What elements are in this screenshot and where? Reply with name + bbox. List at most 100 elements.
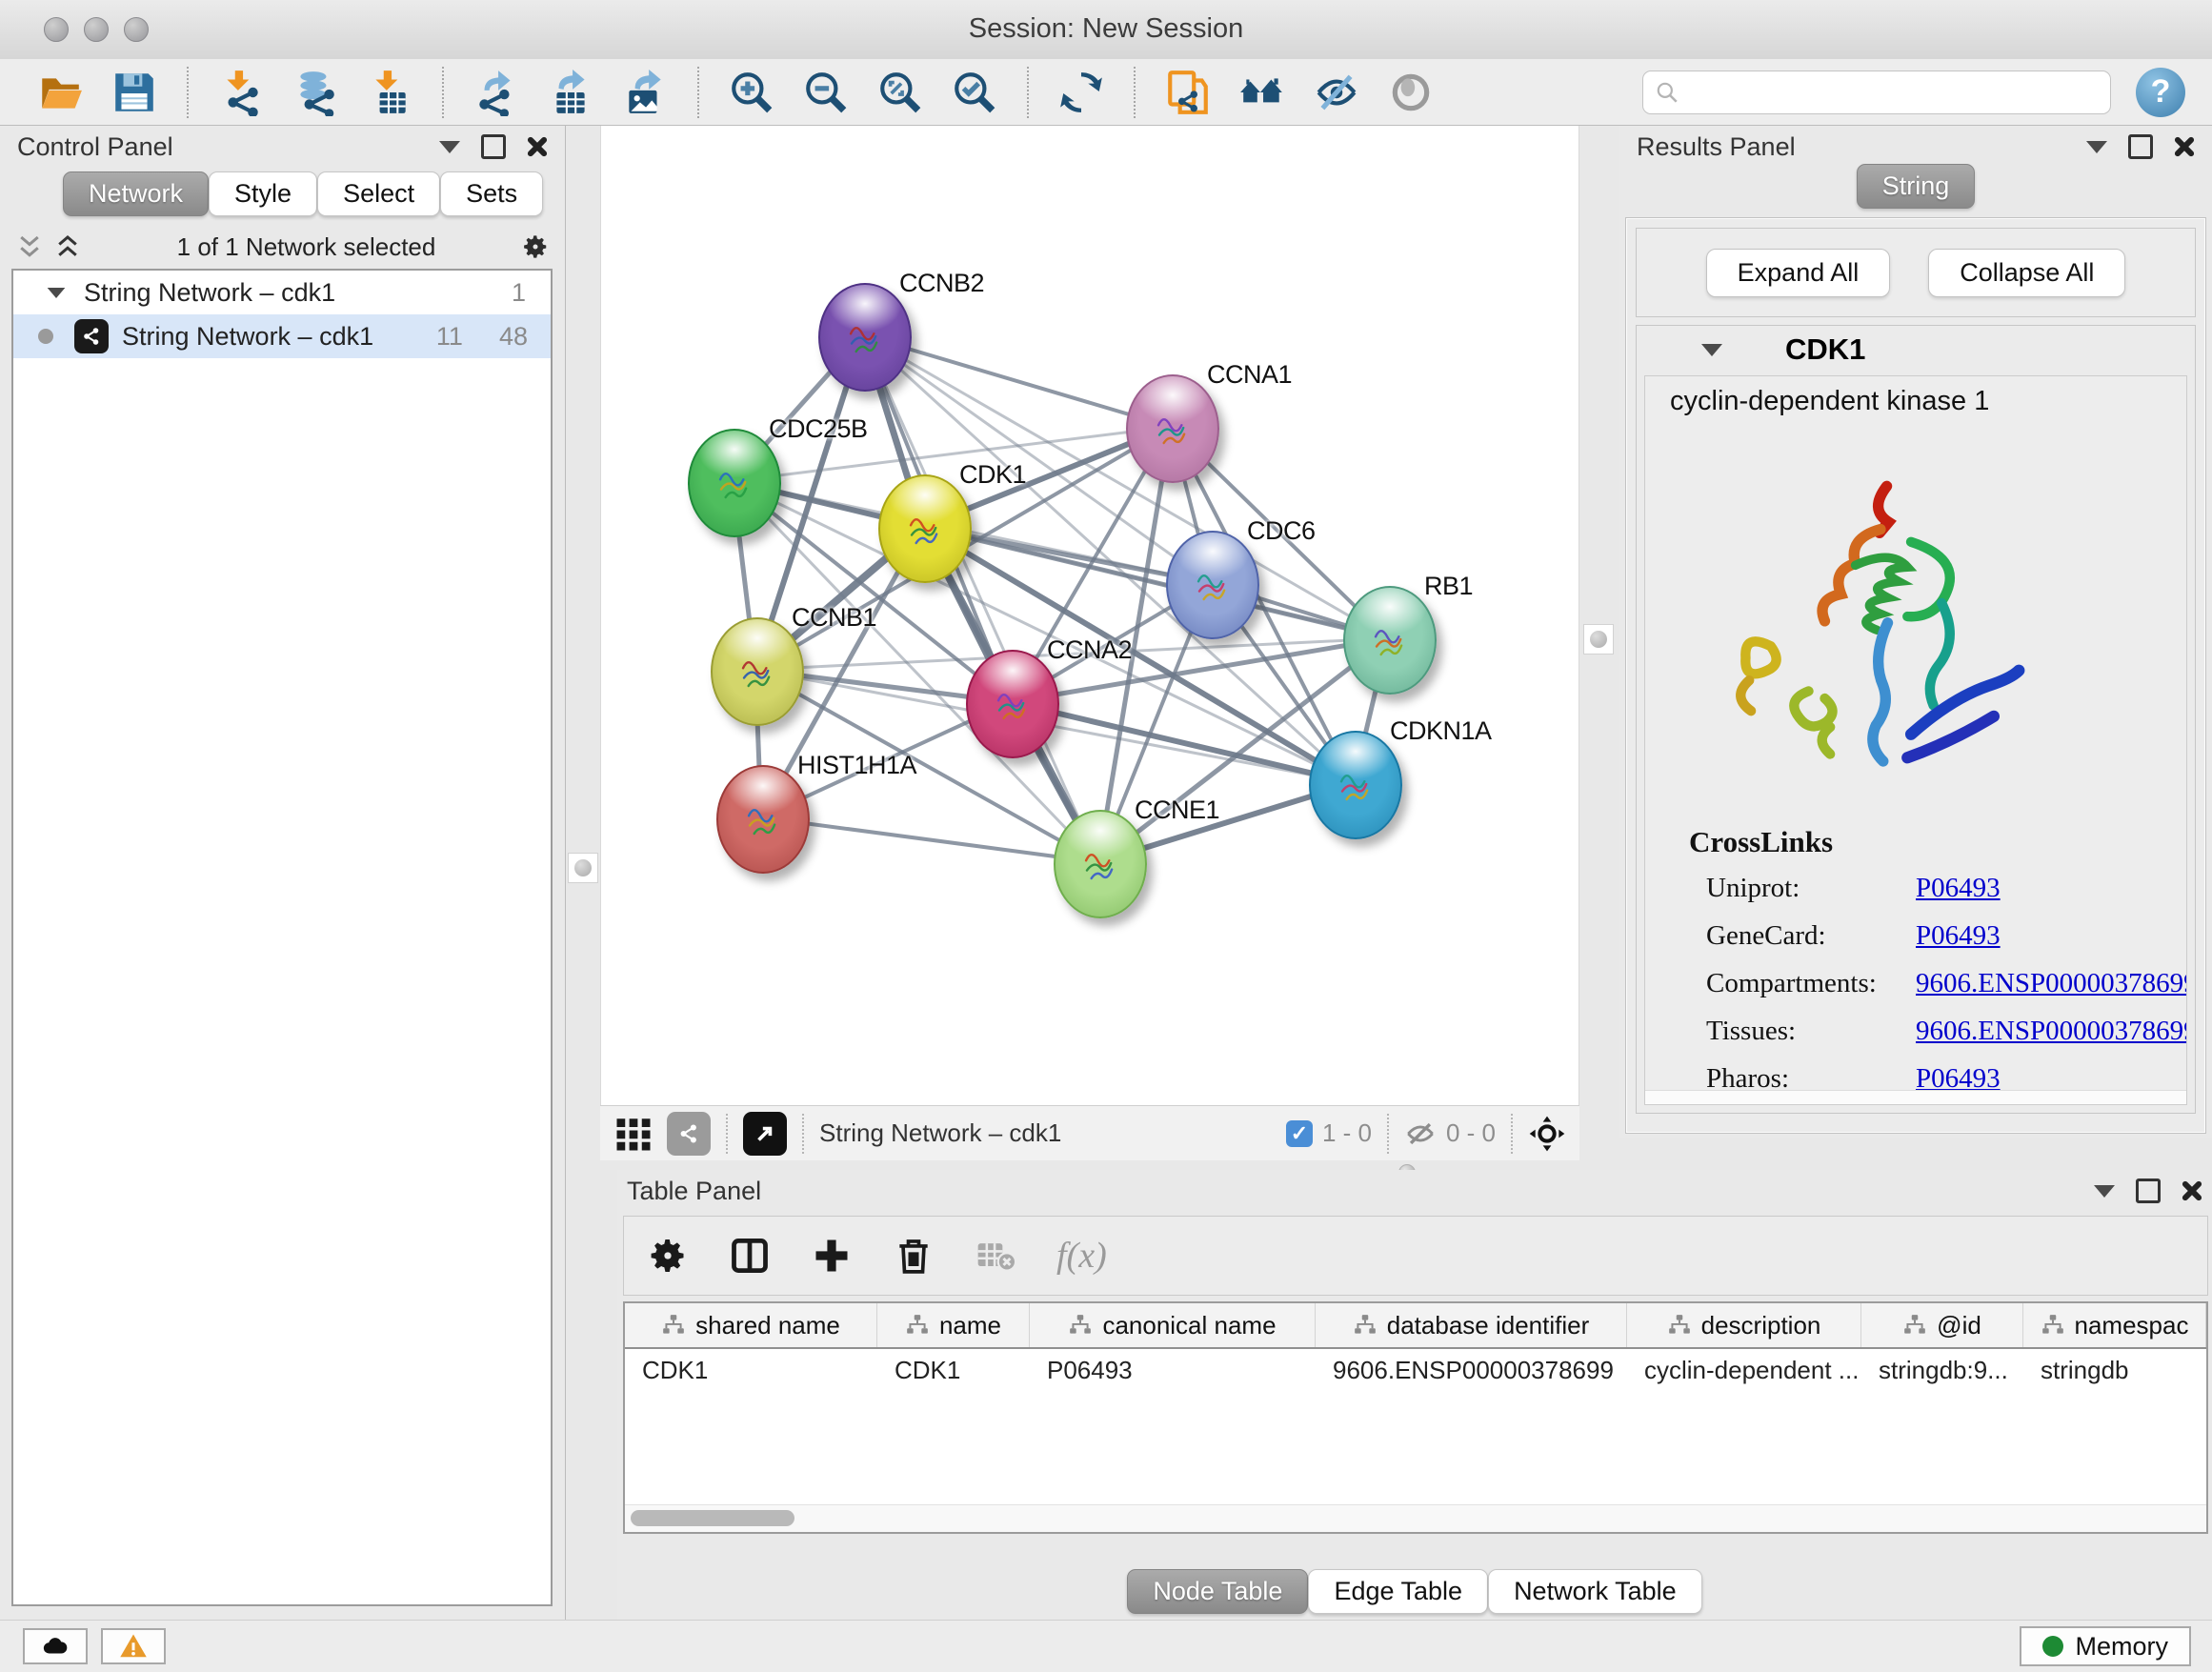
- table-row[interactable]: CDK1CDK1P064939606.ENSP00000378699cyclin…: [625, 1349, 2206, 1391]
- results-panel-title: Results Panel: [1637, 132, 1796, 162]
- export-network-icon[interactable]: [473, 69, 520, 116]
- results-scrollbar[interactable]: [1645, 1090, 2186, 1104]
- search-input[interactable]: [1687, 76, 2099, 108]
- crosslink-link[interactable]: P06493: [1916, 873, 2186, 904]
- crosslink-row: Uniprot:P06493: [1706, 873, 2186, 904]
- tab-style[interactable]: Style: [209, 171, 317, 216]
- tab-sets[interactable]: Sets: [440, 171, 543, 216]
- import-network-file-icon[interactable]: [217, 69, 265, 116]
- collapse-all-button[interactable]: Collapse All: [1928, 249, 2125, 297]
- import-table-file-icon[interactable]: [366, 69, 413, 116]
- column-header-name[interactable]: name: [877, 1303, 1030, 1347]
- delete-table-icon[interactable]: [975, 1235, 1016, 1277]
- grid-view-icon[interactable]: [613, 1114, 654, 1154]
- node-label-CCNB1: CCNB1: [792, 603, 876, 633]
- crosslink-label: Uniprot:: [1706, 873, 1916, 904]
- collection-expand-icon[interactable]: [48, 287, 66, 297]
- close-panel-icon[interactable]: [2174, 136, 2195, 157]
- float-panel-icon[interactable]: [2136, 1178, 2161, 1203]
- node-CCNB1[interactable]: [711, 617, 804, 726]
- node-CCNE1[interactable]: [1054, 810, 1147, 918]
- table-header-row: shared namenamecanonical namedatabase id…: [625, 1303, 2206, 1349]
- crosslink-link[interactable]: 9606.ENSP00000378699: [1916, 968, 2187, 999]
- open-session-icon[interactable]: [36, 69, 84, 116]
- expand-all-icon[interactable]: [53, 232, 82, 261]
- help-button[interactable]: ?: [2136, 68, 2185, 117]
- panel-menu-icon[interactable]: [2094, 1185, 2115, 1198]
- table-horizontal-scrollbar[interactable]: [625, 1504, 2206, 1532]
- column-header-namespac[interactable]: namespac: [2023, 1303, 2206, 1347]
- node-HIST1H1A[interactable]: [716, 765, 810, 874]
- tab-edge-table[interactable]: Edge Table: [1308, 1569, 1488, 1614]
- birdseye-view-icon[interactable]: [743, 1112, 787, 1156]
- hide-selected-icon[interactable]: [1313, 69, 1360, 116]
- zoom-fit-icon[interactable]: [876, 69, 924, 116]
- column-header-canonical-name[interactable]: canonical name: [1030, 1303, 1316, 1347]
- network-canvas[interactable]: CCNB2CCNA1CDC25BCDK1CDC6RB1CCNB1CCNA2HIS…: [600, 126, 1579, 1105]
- protein-expand-icon[interactable]: [1701, 344, 1722, 356]
- edge-CCNB2-CCNE1[interactable]: [863, 335, 1098, 862]
- crosslink-link[interactable]: 9606.ENSP00000378699: [1916, 1016, 2187, 1047]
- panel-menu-icon[interactable]: [439, 141, 460, 153]
- column-header-description[interactable]: description: [1627, 1303, 1861, 1347]
- table-cell: stringdb:9...: [1861, 1356, 2023, 1385]
- close-panel-icon[interactable]: [527, 136, 548, 157]
- collapse-all-icon[interactable]: [15, 232, 44, 261]
- show-columns-icon[interactable]: [729, 1235, 771, 1277]
- crosslink-link[interactable]: P06493: [1916, 920, 2186, 952]
- network-edge-count: 48: [499, 322, 528, 352]
- float-panel-icon[interactable]: [2128, 134, 2153, 159]
- zoom-in-icon[interactable]: [728, 69, 775, 116]
- tab-node-table[interactable]: Node Table: [1127, 1569, 1308, 1614]
- zoom-selected-icon[interactable]: [951, 69, 998, 116]
- selected-checkbox-icon[interactable]: ✓: [1286, 1120, 1313, 1147]
- node-CDC6[interactable]: [1166, 531, 1259, 639]
- protein-squiggle-icon: [898, 499, 952, 558]
- cloud-services-button[interactable]: [23, 1628, 88, 1664]
- clone-network-icon[interactable]: [1164, 69, 1212, 116]
- node-CDKN1A[interactable]: [1309, 731, 1402, 839]
- function-builder-icon[interactable]: f(x): [1056, 1235, 1107, 1277]
- tab-select[interactable]: Select: [317, 171, 440, 216]
- node-CDC25B[interactable]: [688, 429, 781, 537]
- crosshair-icon[interactable]: [1528, 1115, 1566, 1153]
- float-panel-icon[interactable]: [481, 134, 506, 159]
- delete-column-icon[interactable]: [893, 1235, 935, 1277]
- node-CDK1[interactable]: [878, 474, 972, 583]
- table-options-gear-icon[interactable]: [647, 1235, 689, 1277]
- tab-network[interactable]: Network: [63, 171, 209, 216]
- warnings-button[interactable]: [101, 1628, 166, 1664]
- export-table-icon[interactable]: [547, 69, 594, 116]
- network-collection-row[interactable]: String Network – cdk1 1: [13, 271, 551, 314]
- show-graphics-details-icon[interactable]: [1387, 69, 1435, 116]
- save-session-icon[interactable]: [111, 69, 158, 116]
- tab-string[interactable]: String: [1857, 164, 1976, 209]
- protein-details: cyclin-dependent kinase 1 Cross: [1644, 375, 2187, 1105]
- scrollbar-thumb[interactable]: [631, 1510, 794, 1526]
- node-CCNA2[interactable]: [966, 650, 1059, 758]
- add-column-icon[interactable]: [811, 1235, 853, 1277]
- tab-network-table[interactable]: Network Table: [1488, 1569, 1702, 1614]
- export-image-icon[interactable]: [621, 69, 669, 116]
- panel-menu-icon[interactable]: [2086, 141, 2107, 153]
- zoom-out-icon[interactable]: [802, 69, 850, 116]
- network-options-gear-icon[interactable]: [521, 232, 550, 261]
- column-header-shared-name[interactable]: shared name: [625, 1303, 877, 1347]
- refresh-icon[interactable]: [1057, 69, 1105, 116]
- edge-HIST1H1A-CCNE1[interactable]: [761, 817, 1098, 862]
- import-network-database-icon[interactable]: [292, 69, 339, 116]
- close-panel-icon[interactable]: [2182, 1180, 2202, 1201]
- memory-button[interactable]: Memory: [2020, 1626, 2191, 1666]
- node-CCNB2[interactable]: [818, 283, 912, 392]
- node-CCNA1[interactable]: [1126, 374, 1219, 483]
- hidden-eye-icon[interactable]: [1404, 1118, 1437, 1150]
- node-RB1[interactable]: [1343, 586, 1437, 695]
- right-splitter-handle[interactable]: [1583, 624, 1614, 655]
- column-header-@id[interactable]: @id: [1861, 1303, 2023, 1347]
- column-header-database-identifier[interactable]: database identifier: [1316, 1303, 1627, 1347]
- expand-all-button[interactable]: Expand All: [1706, 249, 1891, 297]
- first-neighbors-icon[interactable]: [1238, 69, 1286, 116]
- string-view-icon[interactable]: [667, 1112, 711, 1156]
- left-splitter-handle[interactable]: [568, 853, 598, 883]
- network-row-selected[interactable]: String Network – cdk1 11 48: [13, 314, 551, 358]
